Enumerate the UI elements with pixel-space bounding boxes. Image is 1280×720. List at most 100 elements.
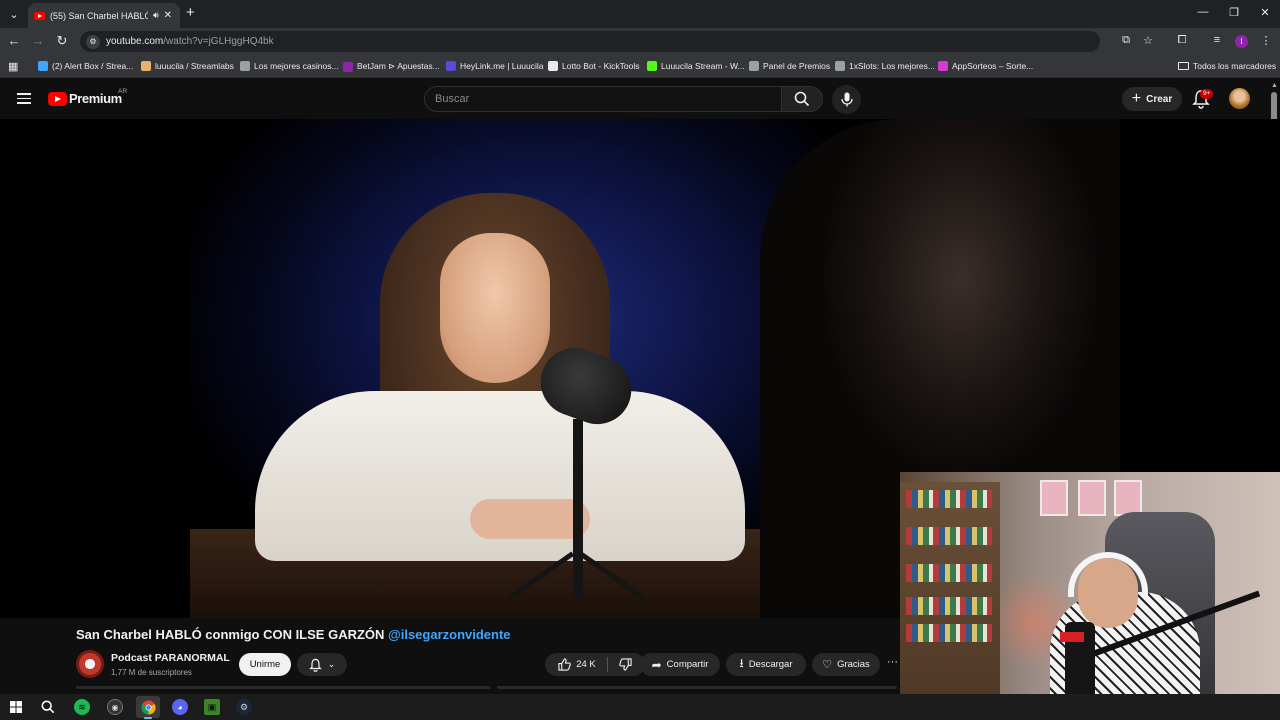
like-count: 24 K: [576, 659, 596, 670]
bookmark-favicon-icon: [38, 61, 48, 71]
chrome-logo-icon: [140, 699, 156, 715]
bookmark-item[interactable]: Luuucila Stream - W...: [647, 61, 745, 71]
bookmark-item[interactable]: BetJam ⊳ Apuestas...: [343, 61, 440, 72]
join-button[interactable]: Unirme: [239, 653, 291, 676]
webcam-books: [906, 624, 992, 642]
plus-icon: +: [1131, 90, 1142, 107]
url-path: /watch?v=jGLHggHQ4bk: [163, 36, 274, 47]
bookmark-label: Panel de Premios: [763, 61, 831, 71]
reload-icon[interactable]: ↻: [54, 33, 70, 49]
bookmark-label: Luuucila Stream - W...: [661, 61, 745, 71]
create-button[interactable]: + Crear: [1122, 87, 1182, 111]
speaker-icon[interactable]: 🔊︎: [153, 10, 159, 21]
share-label: Compartir: [666, 659, 709, 670]
discord-icon[interactable]: ◕: [172, 699, 188, 715]
youtube-favicon-icon: [34, 11, 45, 20]
webcam-wall-frame: [1114, 480, 1142, 516]
all-bookmarks-label: Todos los marcadores: [1193, 61, 1277, 71]
bookmark-favicon-icon: [141, 61, 151, 71]
comments-box-edge: [497, 686, 897, 689]
webcam-overlay: [900, 472, 1280, 720]
obs-icon[interactable]: ◉: [107, 699, 123, 715]
apps-grid-icon[interactable]: ▦: [8, 60, 18, 73]
scroll-up-arrow-icon[interactable]: ▲: [1271, 82, 1278, 89]
spotify-icon[interactable]: ≋: [74, 699, 90, 715]
bookmark-item[interactable]: AppSorteos – Sorte...: [938, 61, 1033, 71]
youtube-masthead: Premium AR Buscar + Crear 9+: [0, 79, 1280, 119]
restore-icon[interactable]: ❐: [1219, 6, 1249, 19]
webcam-mic-band: [1060, 632, 1084, 642]
minimize-icon[interactable]: —: [1188, 6, 1218, 18]
taskbar-search-icon[interactable]: [40, 699, 56, 715]
window-close-icon[interactable]: ✕: [1250, 6, 1280, 19]
bookmark-item[interactable]: HeyLink.me | Luuucila: [446, 61, 543, 71]
webcam-wall-frame: [1040, 480, 1068, 516]
like-divider: [606, 657, 608, 672]
webcam-books: [906, 564, 992, 582]
address-bar[interactable]: ⚙︎ youtube.com/watch?v=jGLHggHQ4bk: [80, 31, 1100, 52]
site-info-icon[interactable]: ⚙︎: [86, 34, 100, 49]
bookmark-item[interactable]: (2) Alert Box / Strea...: [38, 61, 133, 71]
share-button[interactable]: ➦ Compartir: [640, 653, 720, 676]
magnifier-icon: [41, 700, 55, 714]
tab-close-icon[interactable]: ✕: [164, 10, 172, 21]
bookmark-item[interactable]: luuucila / Streamlabs: [141, 61, 234, 71]
folder-icon: [1178, 62, 1189, 70]
bookmark-item[interactable]: Panel de Premios: [749, 61, 830, 71]
forward-arrow-icon[interactable]: →: [30, 33, 46, 49]
download-button[interactable]: ⭳ Descargar: [726, 653, 806, 676]
video-title: San Charbel HABLÓ conmigo CON ILSE GARZÓ…: [76, 627, 511, 642]
subscription-bell-button[interactable]: ⌄: [297, 653, 347, 676]
steam-icon[interactable]: ⚙︎: [236, 699, 252, 715]
video-mic-stand: [573, 419, 583, 599]
bookmark-item[interactable]: 1xSlots: Los mejores...: [835, 61, 935, 71]
bookmark-label: BetJam ⊳ Apuestas...: [357, 61, 440, 71]
thanks-label: Gracias: [837, 659, 870, 670]
voice-search-button[interactable]: [832, 85, 861, 114]
share-arrow-icon: ➦: [651, 657, 662, 672]
thanks-button[interactable]: ♡ Gracias: [812, 653, 880, 676]
bookmark-favicon-icon: [835, 61, 845, 71]
bookmark-label: Los mejores casinos...: [254, 61, 339, 71]
like-button[interactable]: 24 K: [558, 658, 596, 671]
windows-logo-icon: [10, 701, 22, 713]
tab-search-chevron-icon[interactable]: ⌄: [4, 4, 24, 24]
all-bookmarks-folder[interactable]: Todos los marcadores: [1178, 61, 1276, 71]
profile-avatar[interactable]: I: [1235, 35, 1248, 48]
bookmark-favicon-icon: [749, 61, 759, 71]
bookmark-favicon-icon: [938, 61, 948, 71]
bookmark-star-icon[interactable]: ☆: [1141, 34, 1155, 47]
media-controls-icon[interactable]: ≡: [1210, 34, 1224, 46]
new-tab-button[interactable]: +: [186, 5, 195, 21]
search-button[interactable]: [781, 86, 823, 112]
chrome-menu-icon[interactable]: ⋮: [1259, 34, 1273, 47]
youtube-logo-icon[interactable]: [48, 92, 67, 106]
menu-icon[interactable]: [17, 93, 31, 104]
back-arrow-icon[interactable]: ←: [6, 33, 22, 49]
chevron-down-icon: ⌄: [327, 659, 336, 669]
channel-handle-link[interactable]: @ilsegarzonvidente: [388, 627, 510, 642]
channel-avatar[interactable]: [76, 650, 104, 678]
windows-taskbar: ≋ ◉ ◕ ▣ ⚙︎: [0, 694, 1280, 720]
thumbs-down-icon[interactable]: [618, 658, 632, 671]
browser-tab-youtube[interactable]: (55) San Charbel HABLÓ co 🔊︎ ✕: [28, 3, 180, 28]
tab-title: (55) San Charbel HABLÓ co: [50, 10, 148, 21]
search-input[interactable]: Buscar: [424, 86, 782, 112]
search-icon: [794, 91, 810, 107]
extensions-icon[interactable]: ⧠: [1175, 34, 1189, 47]
channel-name[interactable]: Podcast PARANORMAL: [111, 652, 230, 664]
bookmark-favicon-icon: [548, 61, 558, 71]
bookmarks-bar: ▦ (2) Alert Box / Strea... luuucila / St…: [0, 55, 1280, 78]
youtube-premium-text[interactable]: Premium: [69, 91, 122, 106]
active-app-indicator: [144, 717, 152, 719]
bookmark-item[interactable]: Lotto Bot - KickTools: [548, 61, 639, 71]
user-avatar[interactable]: [1229, 88, 1250, 109]
install-app-icon[interactable]: ⧉: [1119, 34, 1133, 47]
chrome-taskbar-icon[interactable]: [136, 696, 160, 718]
more-actions-button[interactable]: ···: [887, 656, 898, 668]
bookmark-item[interactable]: Los mejores casinos...: [240, 61, 339, 71]
windows-start-icon[interactable]: [8, 699, 24, 715]
bookmark-favicon-icon: [647, 61, 657, 71]
minecraft-icon[interactable]: ▣: [204, 699, 220, 715]
thumbs-up-icon: [558, 658, 572, 671]
